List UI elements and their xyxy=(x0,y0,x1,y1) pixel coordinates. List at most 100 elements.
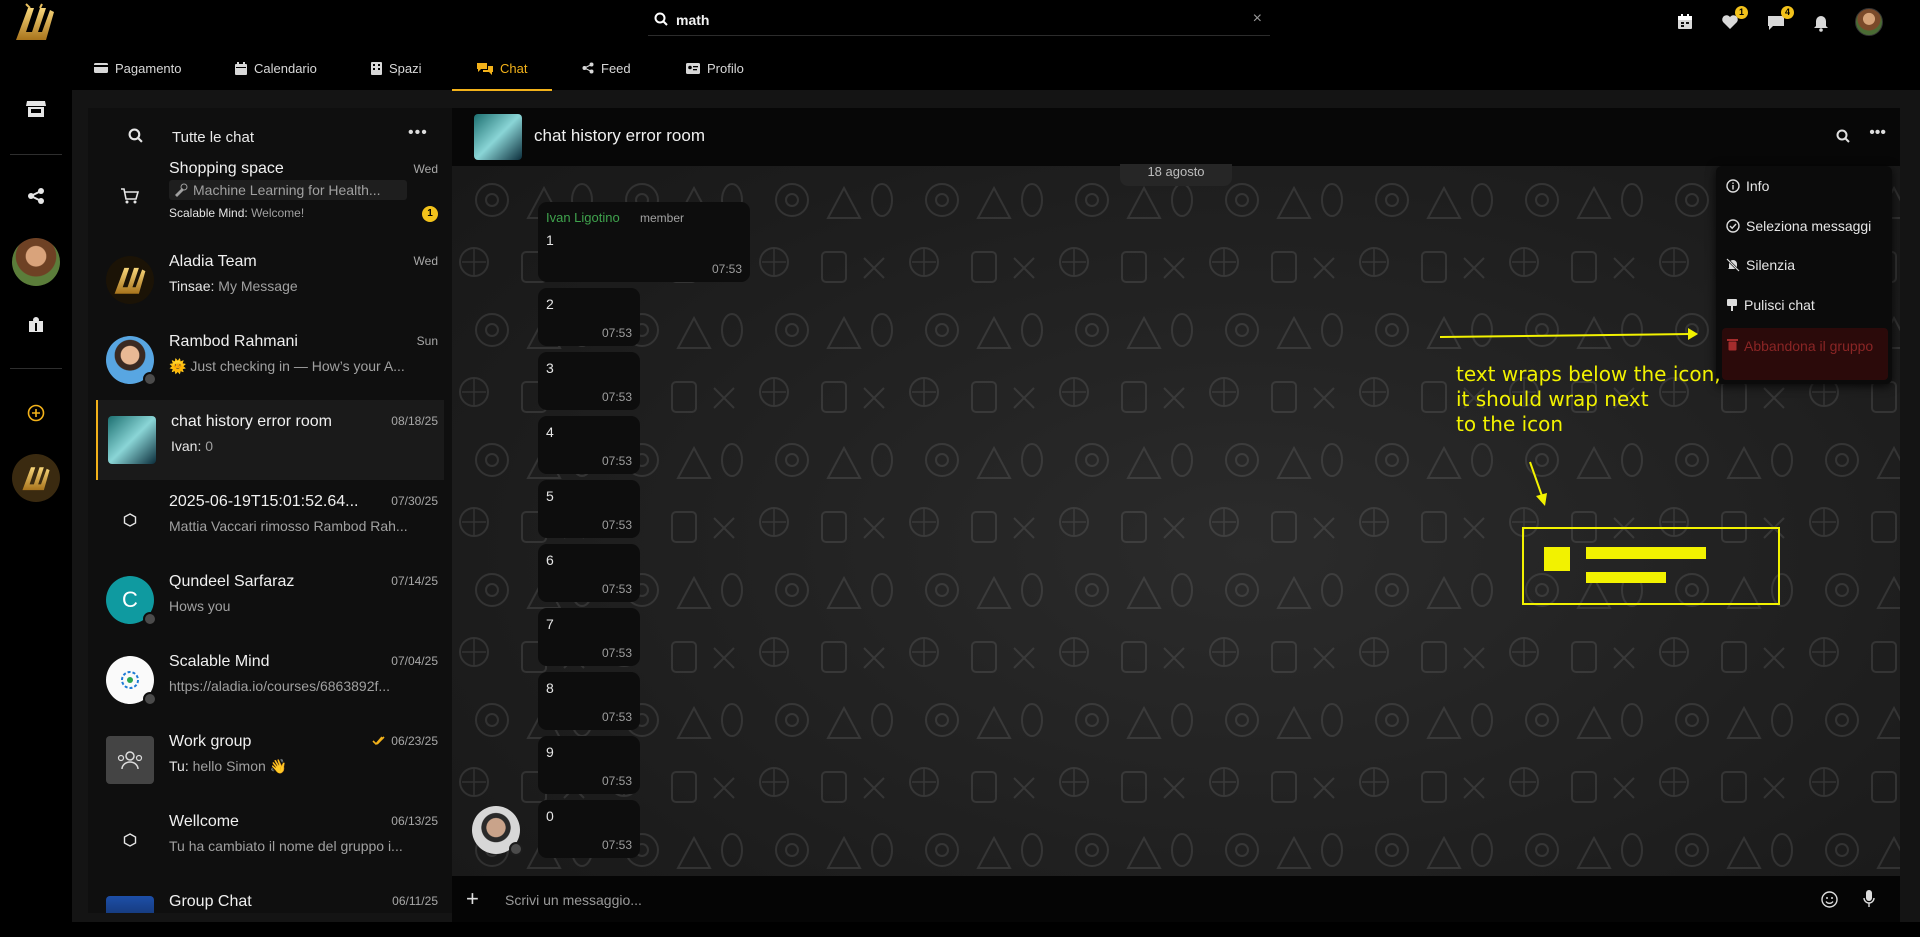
message-text: 4 xyxy=(546,424,554,440)
message-bubble[interactable]: 7 07:53 xyxy=(538,608,640,666)
message-bubble[interactable]: 8 07:53 xyxy=(538,672,640,730)
top-bar: math × 1 4 xyxy=(0,0,1920,46)
more-options-icon[interactable]: ••• xyxy=(1869,124,1886,142)
message-text: 5 xyxy=(546,488,554,504)
conversation-title[interactable]: chat history error room xyxy=(534,126,705,146)
search-icon[interactable] xyxy=(1836,129,1850,143)
info-icon xyxy=(1726,179,1740,193)
chat-name: Group Chat xyxy=(169,893,252,910)
chat-item-scalable-mind[interactable]: Scalable Mind 07/04/25 https://aladia.io… xyxy=(96,640,444,720)
main-tabs: Pagamento Calendario Spazi Chat Feed Pro… xyxy=(72,46,1920,91)
tab-spazi[interactable]: Spazi xyxy=(371,46,422,90)
last-message: Tu ha cambiato il nome del gruppo i... xyxy=(169,838,403,854)
more-options-icon[interactable]: ••• xyxy=(408,124,428,142)
conversation-header: chat history error room ••• xyxy=(452,108,1900,166)
avatar xyxy=(106,736,154,784)
chat-date: 06/23/25 xyxy=(391,734,438,748)
author-role: member xyxy=(640,211,685,225)
calendar-icon[interactable] xyxy=(1674,11,1696,33)
share-icon xyxy=(28,188,44,204)
bell-icon[interactable] xyxy=(1810,11,1832,33)
rail-add[interactable] xyxy=(0,404,72,422)
message-bubble[interactable]: Ivan Ligotino member 1 07:53 xyxy=(538,202,750,282)
message-bubble[interactable]: 6 07:53 xyxy=(538,544,640,602)
tab-pagamento[interactable]: Pagamento xyxy=(94,46,182,90)
menu-item-info[interactable]: Info xyxy=(1726,178,1769,194)
date-text: 18 agosto xyxy=(1147,164,1205,179)
message-author[interactable]: Ivan Ligotino xyxy=(546,210,620,225)
chat-item-shopping-space[interactable]: Shopping space Wed Machine Learning for … xyxy=(96,156,444,240)
chat-name: Aladia Team xyxy=(169,253,257,270)
message-time: 07:53 xyxy=(601,390,632,404)
message-bubble[interactable]: 2 07:53 xyxy=(538,288,640,346)
clear-search-icon[interactable]: × xyxy=(1253,10,1262,28)
chat-item-rambod-rahmani[interactable]: Rambod Rahmani Sun 🌞 Just checking in — … xyxy=(96,320,444,400)
messages-button[interactable]: 4 xyxy=(1765,6,1794,33)
chat-filter-title[interactable]: Tutte le chat xyxy=(172,129,254,146)
search-input[interactable]: math xyxy=(676,12,709,28)
search-bar[interactable]: math × xyxy=(648,4,1270,36)
rail-aladia[interactable] xyxy=(0,454,72,502)
annotation-line: text wraps below the icon, xyxy=(1456,362,1721,386)
message-bubble[interactable]: 0 07:53 xyxy=(538,800,640,858)
chat-item-group-chat[interactable]: Group Chat 06/11/25 xyxy=(96,880,444,913)
chat-item-wellcome[interactable]: Wellcome 06/13/25 Tu ha cambiato il nome… xyxy=(96,800,444,880)
menu-item-mute[interactable]: Silenzia xyxy=(1726,257,1795,273)
message-input[interactable]: Scrivi un messaggio... xyxy=(505,892,642,908)
menu-label: Seleziona messaggi xyxy=(1746,218,1872,234)
chat-name: Shopping space xyxy=(169,160,284,177)
message-bubble[interactable]: 3 07:53 xyxy=(538,352,640,410)
tab-calendario[interactable]: Calendario xyxy=(235,46,317,90)
chat-item-chat-history-error-room[interactable]: chat history error room 08/18/25 Ivan: 0 xyxy=(96,400,444,480)
message-text: 0 xyxy=(205,438,214,454)
sender-name: Tinsae: xyxy=(169,278,215,294)
message-time: 07:53 xyxy=(601,582,632,596)
chat-date: 07/14/25 xyxy=(391,574,438,588)
tab-chat[interactable]: Chat xyxy=(451,46,554,91)
chat-item-qundeel-sarfaraz[interactable]: C Qundeel Sarfaraz 07/14/25 Hows you xyxy=(96,560,444,640)
message-text: 1 xyxy=(546,232,554,248)
tab-label: Pagamento xyxy=(115,60,182,76)
chat-item-group-2025[interactable]: 2025-06-19T15:01:52.64... 07/30/25 Matti… xyxy=(96,480,444,560)
rail-share[interactable] xyxy=(0,187,72,205)
tab-label: Spazi xyxy=(389,60,422,76)
mockup-text-line xyxy=(1586,547,1706,559)
bell-off-icon xyxy=(1726,258,1740,272)
chat-item-work-group[interactable]: Work group 06/23/25 Tu: hello Simon 👋 xyxy=(96,720,444,800)
chat-name: Work group xyxy=(169,733,252,750)
message-bubble[interactable]: 5 07:53 xyxy=(538,480,640,538)
attach-plus-icon[interactable]: + xyxy=(466,886,479,912)
message-time: 07:53 xyxy=(601,518,632,532)
user-avatar[interactable] xyxy=(1855,8,1883,36)
message-time: 07:53 xyxy=(601,646,632,660)
calendar-icon xyxy=(235,61,247,75)
message-text: 8 xyxy=(546,680,554,696)
aladia-logo[interactable] xyxy=(12,2,58,44)
chat-name: Rambod Rahmani xyxy=(169,333,298,350)
chat-name: chat history error room xyxy=(171,413,332,430)
tab-label: Chat xyxy=(500,60,528,76)
menu-item-select-messages[interactable]: Seleziona messaggi xyxy=(1726,218,1871,234)
message-bubble[interactable]: 9 07:53 xyxy=(538,736,640,794)
chat-icon xyxy=(477,62,493,75)
favorites-button[interactable]: 1 xyxy=(1719,6,1748,33)
message-bubble[interactable]: 4 07:53 xyxy=(538,416,640,474)
chat-item-aladia-team[interactable]: Aladia Team Wed Tinsae: My Message xyxy=(96,240,444,320)
date-separator: 18 agosto xyxy=(1120,164,1232,186)
tab-label: Feed xyxy=(601,60,631,76)
emoji-icon[interactable] xyxy=(1821,891,1838,908)
rail-books[interactable] xyxy=(0,316,72,332)
search-icon[interactable] xyxy=(128,128,143,143)
add-icon xyxy=(27,404,45,422)
tab-profilo[interactable]: Profilo xyxy=(686,46,744,90)
tab-label: Profilo xyxy=(707,60,744,76)
chat-avatar[interactable] xyxy=(474,114,522,160)
menu-item-clear-chat[interactable]: Pulisci chat xyxy=(1726,297,1815,313)
pinned-text: Machine Learning for Health... xyxy=(193,182,381,198)
menu-item-leave-group[interactable]: Abbandona il gruppo xyxy=(1722,328,1888,380)
tab-feed[interactable]: Feed xyxy=(582,46,631,90)
status-dot xyxy=(143,372,157,386)
rail-user[interactable] xyxy=(0,238,72,286)
rail-store[interactable] xyxy=(0,100,72,118)
microphone-icon[interactable] xyxy=(1863,890,1875,908)
